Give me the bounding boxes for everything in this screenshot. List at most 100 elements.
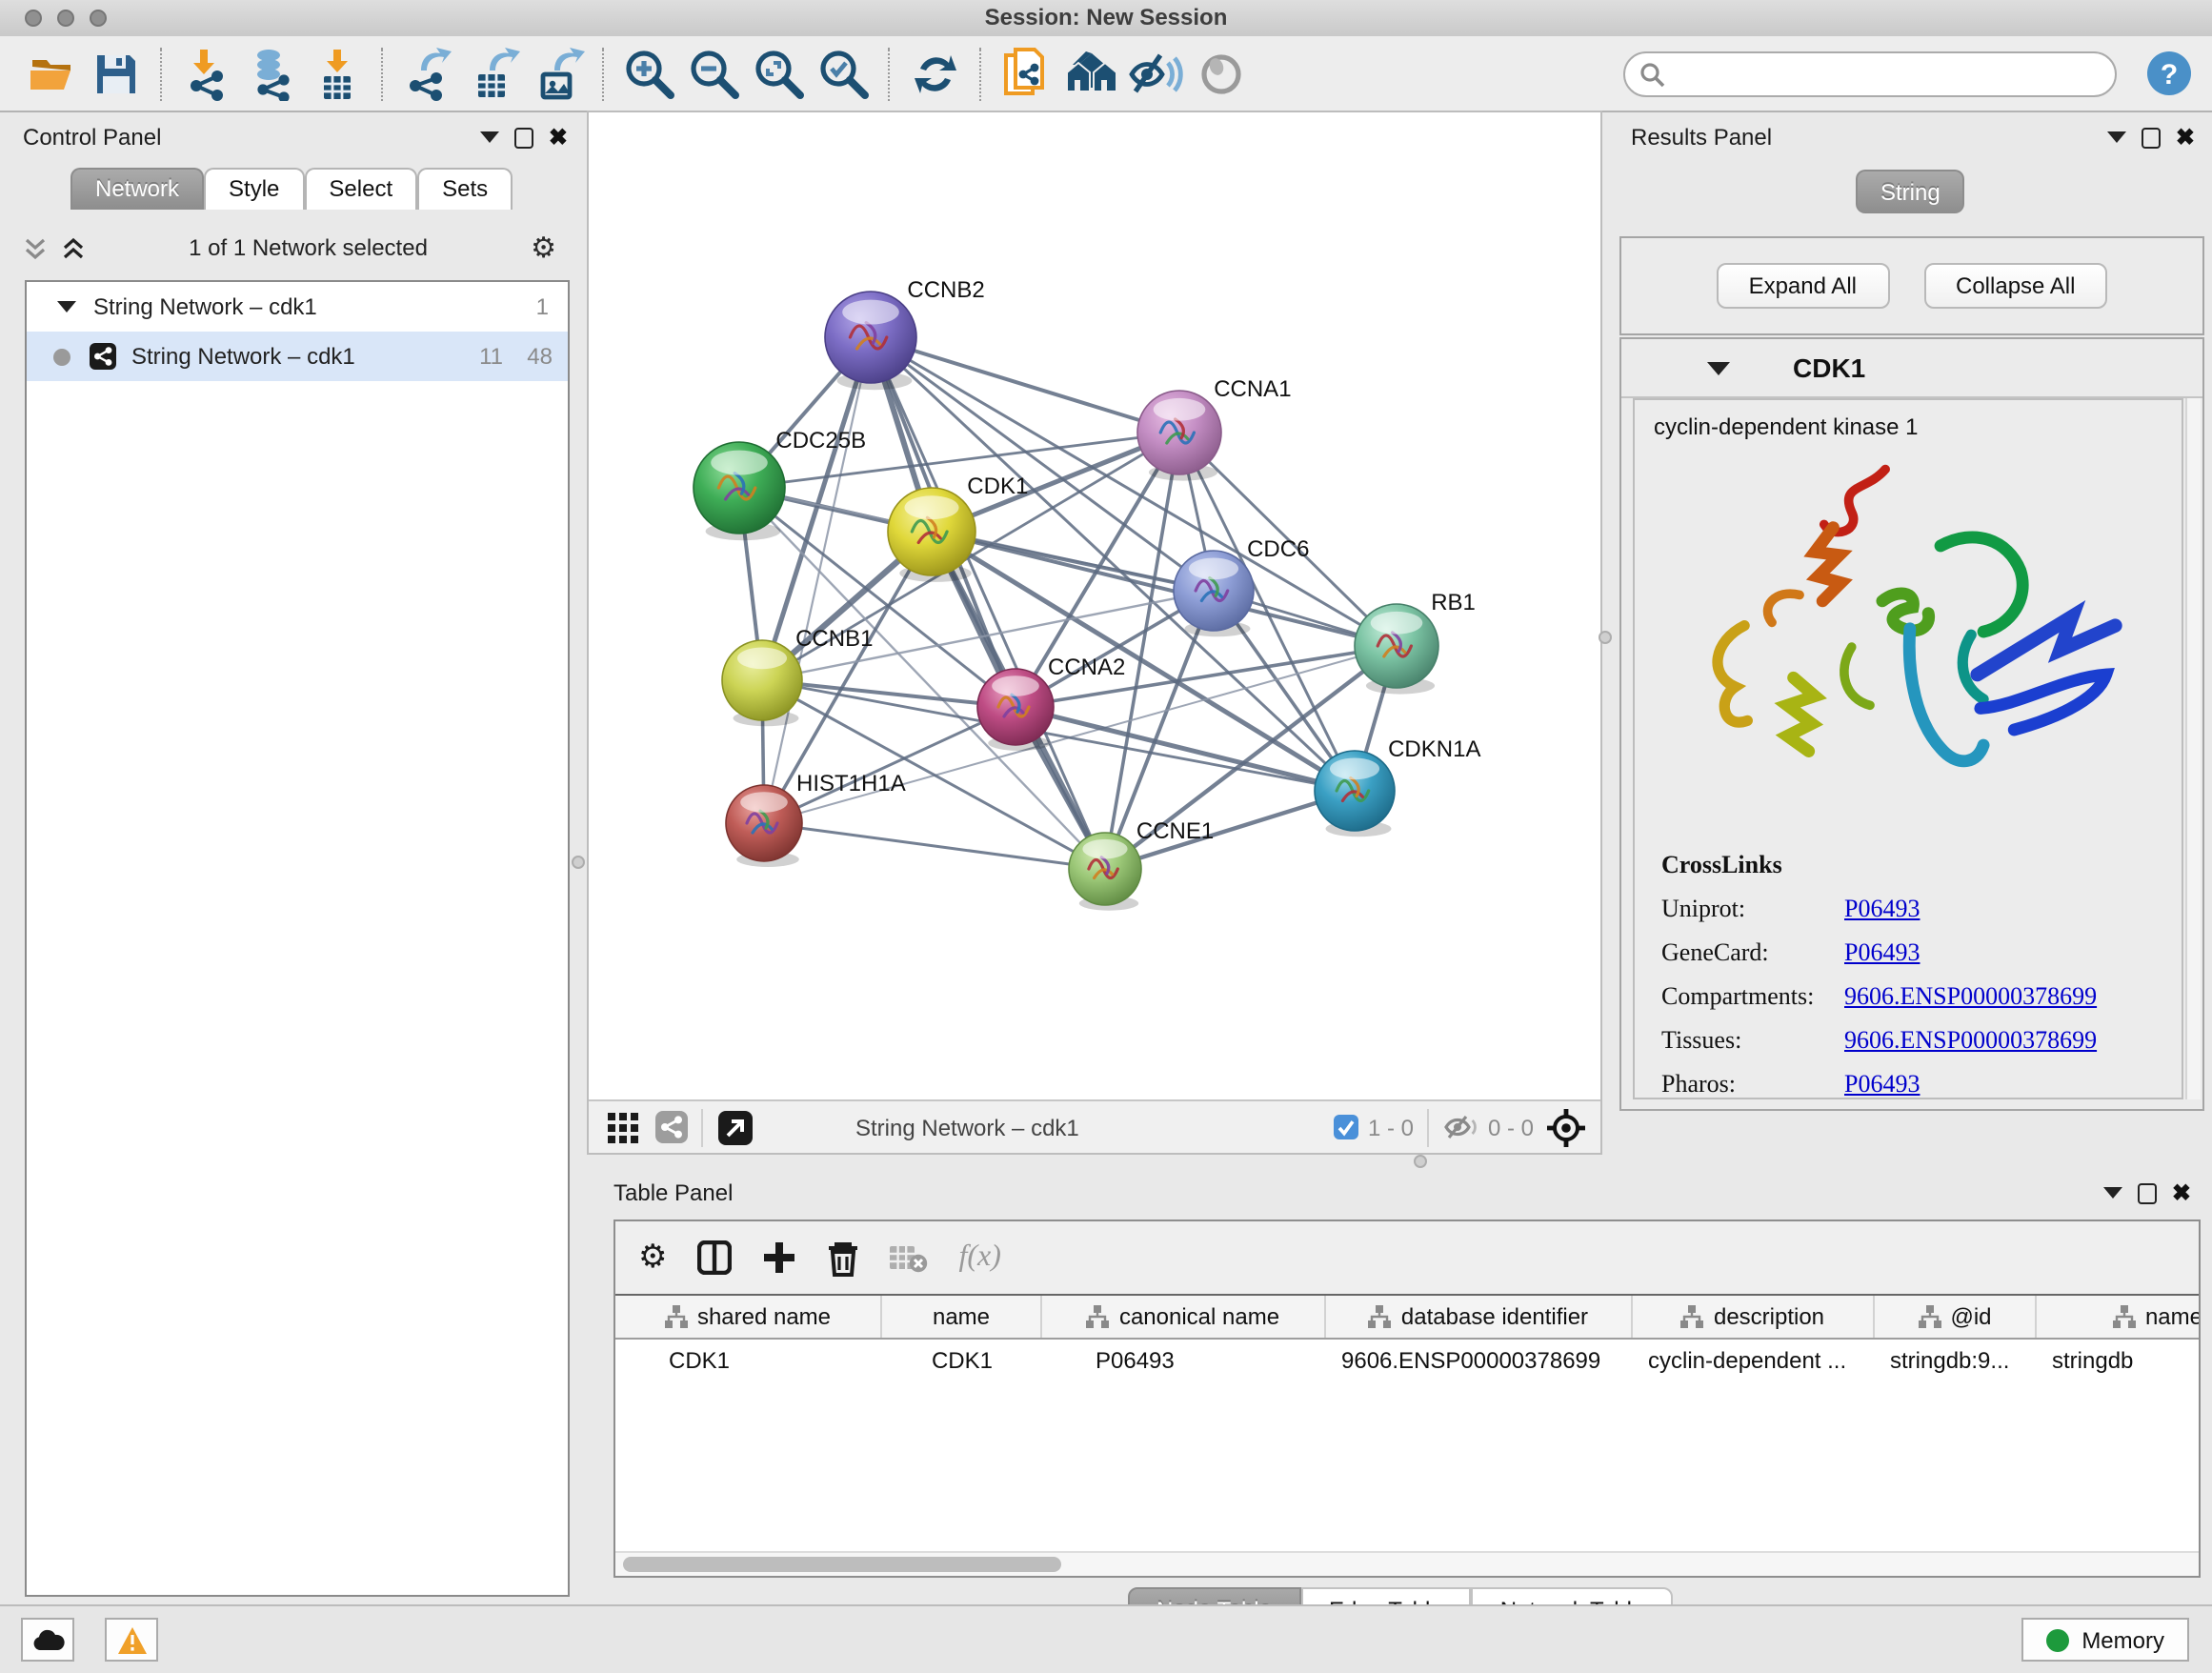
- network-edge[interactable]: [871, 337, 1179, 433]
- save-icon[interactable]: [88, 45, 145, 102]
- table-cell[interactable]: 9606.ENSP00000378699: [1326, 1347, 1633, 1374]
- eye-sphere-icon[interactable]: [1193, 45, 1250, 102]
- table-cell[interactable]: P06493: [1042, 1347, 1326, 1374]
- table-hscrollbar[interactable]: [615, 1551, 2199, 1576]
- network-canvas[interactable]: CCNB2CCNA1CDC25BCDK1CDC6RB1CCNB1CCNA2CDK…: [589, 112, 1600, 1101]
- network-node[interactable]: CCNB2: [825, 277, 985, 390]
- panel-menu-icon[interactable]: [2103, 1187, 2122, 1199]
- collapse-triangle-icon[interactable]: [1707, 361, 1730, 374]
- network-edge[interactable]: [764, 707, 1016, 823]
- tab-sets[interactable]: Sets: [417, 168, 513, 210]
- export-image-icon[interactable]: [530, 45, 587, 102]
- column-header[interactable]: database identifier: [1326, 1296, 1633, 1338]
- network-collection-row[interactable]: String Network – cdk1 1: [27, 282, 568, 332]
- close-panel-icon[interactable]: ✖: [2172, 1183, 2191, 1202]
- crosslink-link[interactable]: 9606.ENSP00000378699: [1844, 981, 2097, 1012]
- collapse-all-button[interactable]: Collapse All: [1923, 263, 2107, 309]
- zoom-out-icon[interactable]: [686, 45, 743, 102]
- zoom-selected-icon[interactable]: [815, 45, 873, 102]
- memory-button[interactable]: Memory: [2021, 1618, 2189, 1662]
- float-panel-icon[interactable]: [514, 127, 533, 148]
- network-edge[interactable]: [932, 532, 1397, 646]
- network-node[interactable]: CDKN1A: [1315, 736, 1480, 836]
- refresh-icon[interactable]: [907, 45, 964, 102]
- selected-checkbox-icon[interactable]: [1334, 1115, 1358, 1139]
- column-header[interactable]: shared name: [615, 1296, 882, 1338]
- table-cell[interactable]: stringdb: [2037, 1347, 2201, 1374]
- network-bullet-icon: [53, 348, 70, 365]
- network-row[interactable]: String Network – cdk1 11 48: [27, 332, 568, 381]
- table-header-row[interactable]: shared namenamecanonical namedatabase id…: [615, 1294, 2199, 1340]
- string-document-icon[interactable]: [998, 45, 1056, 102]
- network-edge[interactable]: [871, 337, 1105, 869]
- splitter-handle[interactable]: [572, 856, 585, 869]
- crosslink-link[interactable]: P06493: [1844, 937, 1920, 968]
- crosslink-link[interactable]: P06493: [1844, 894, 1920, 924]
- expand-all-button[interactable]: Expand All: [1717, 263, 1889, 309]
- network-edge[interactable]: [764, 823, 1105, 869]
- column-header[interactable]: @id: [1875, 1296, 2037, 1338]
- network-thumbnail-icon[interactable]: [655, 1111, 688, 1143]
- table-panel: Table Panel ✖ ⚙ f(x) shared namenamecano…: [587, 1166, 2206, 1616]
- node-label: CCNB2: [907, 277, 984, 303]
- gear-icon[interactable]: ⚙: [638, 1239, 668, 1277]
- birds-eye-icon[interactable]: [1547, 1108, 1585, 1146]
- network-node[interactable]: CCNE1: [1069, 818, 1214, 911]
- column-header[interactable]: name: [882, 1296, 1042, 1338]
- show-columns-icon[interactable]: [698, 1240, 733, 1275]
- panel-menu-icon[interactable]: [480, 131, 499, 143]
- table-cell[interactable]: cyclin-dependent ...: [1633, 1347, 1875, 1374]
- network-node[interactable]: HIST1H1A: [726, 771, 906, 867]
- table-row[interactable]: CDK1CDK1P064939606.ENSP00000378699cyclin…: [615, 1340, 2199, 1381]
- tab-network[interactable]: Network: [70, 168, 204, 210]
- close-panel-icon[interactable]: ✖: [2176, 128, 2195, 147]
- warnings-button[interactable]: [105, 1618, 158, 1662]
- grid-view-icon[interactable]: [608, 1112, 638, 1142]
- network-node[interactable]: CDC25B: [694, 428, 866, 540]
- cloud-button[interactable]: [21, 1618, 74, 1662]
- collapse-triangle-icon[interactable]: [57, 301, 76, 312]
- crosslinks-section: CrossLinks Uniprot:P06493GeneCard:P06493…: [1661, 850, 2097, 1099]
- expand-all-icon[interactable]: [61, 235, 86, 260]
- string-home-icon[interactable]: [1063, 45, 1120, 102]
- detach-view-icon[interactable]: [718, 1110, 753, 1144]
- network-node[interactable]: RB1: [1355, 590, 1476, 695]
- eye-hide-icon[interactable]: [1128, 45, 1185, 102]
- help-icon[interactable]: ?: [2140, 45, 2197, 102]
- table-cell[interactable]: CDK1: [615, 1347, 882, 1374]
- zoom-fit-icon[interactable]: [751, 45, 808, 102]
- table-cell[interactable]: stringdb:9...: [1875, 1347, 2037, 1374]
- float-panel-icon[interactable]: [2142, 127, 2161, 148]
- network-node[interactable]: CDK1: [888, 474, 1028, 582]
- open-folder-icon[interactable]: [23, 45, 80, 102]
- network-view-panel: CCNB2CCNA1CDC25BCDK1CDC6RB1CCNB1CCNA2CDK…: [587, 111, 1602, 1155]
- column-header[interactable]: description: [1633, 1296, 1875, 1338]
- zoom-in-icon[interactable]: [621, 45, 678, 102]
- float-panel-icon[interactable]: [2138, 1182, 2157, 1203]
- hscroll-thumb[interactable]: [623, 1557, 1061, 1572]
- tab-string[interactable]: String: [1856, 170, 1965, 213]
- results-scrollbar[interactable]: [2185, 398, 2201, 1099]
- tab-style[interactable]: Style: [204, 168, 304, 210]
- crosslink-link[interactable]: P06493: [1844, 1069, 1920, 1099]
- gear-icon[interactable]: ⚙: [531, 231, 556, 265]
- table-cell[interactable]: CDK1: [882, 1347, 1042, 1374]
- import-network-icon[interactable]: [179, 45, 236, 102]
- protein-name: CDK1: [1793, 353, 1865, 383]
- import-database-icon[interactable]: [244, 45, 301, 102]
- column-header[interactable]: canonical name: [1042, 1296, 1326, 1338]
- tab-select[interactable]: Select: [304, 168, 417, 210]
- panel-menu-icon[interactable]: [2107, 131, 2126, 143]
- export-network-icon[interactable]: [400, 45, 457, 102]
- collapse-all-icon[interactable]: [23, 235, 48, 260]
- export-table-icon[interactable]: [465, 45, 522, 102]
- close-panel-icon[interactable]: ✖: [549, 128, 568, 147]
- node-card-header[interactable]: CDK1: [1621, 339, 2202, 398]
- column-header[interactable]: namespace: [2037, 1296, 2201, 1338]
- crosslink-link[interactable]: 9606.ENSP00000378699: [1844, 1025, 2097, 1056]
- import-table-icon[interactable]: [309, 45, 366, 102]
- add-column-icon[interactable]: [763, 1240, 797, 1275]
- network-node[interactable]: CDC6: [1174, 536, 1309, 636]
- delete-column-icon[interactable]: [828, 1240, 860, 1276]
- search-input[interactable]: [1623, 50, 2117, 96]
